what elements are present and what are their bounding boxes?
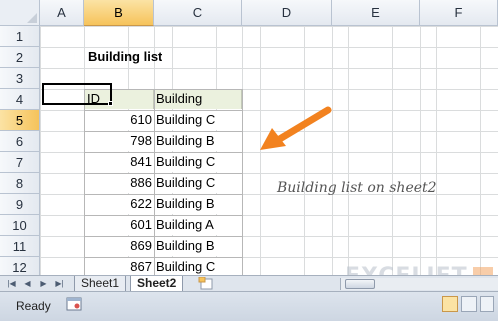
table-cell-building[interactable]: Building B bbox=[154, 131, 242, 151]
page-break-view-icon[interactable] bbox=[480, 296, 494, 312]
macro-record-icon[interactable] bbox=[66, 296, 82, 312]
table-cell-building[interactable]: Building B bbox=[154, 236, 242, 256]
table-cell-id[interactable]: 622 bbox=[84, 194, 154, 214]
fill-handle[interactable] bbox=[108, 101, 113, 106]
sheet-tab-bar: |◀ ◀ ▶ ▶| Sheet1 Sheet2 bbox=[0, 275, 498, 292]
table-cell-id[interactable]: 798 bbox=[84, 131, 154, 151]
column-headers: A B C D E F bbox=[40, 0, 498, 26]
row-header-6[interactable]: 6 bbox=[0, 131, 40, 152]
table-cell-id[interactable]: 869 bbox=[84, 236, 154, 256]
select-all-corner[interactable] bbox=[0, 0, 40, 26]
row-headers: 1 2 3 4 5 6 7 8 9 10 11 12 bbox=[0, 26, 40, 278]
prev-sheet-icon[interactable]: ◀ bbox=[22, 278, 33, 289]
table-cell-building[interactable]: Building C bbox=[154, 110, 242, 130]
page-layout-view-icon[interactable] bbox=[461, 296, 477, 312]
row-header-5[interactable]: 5 bbox=[0, 110, 40, 131]
table-cell-building[interactable]: Building A bbox=[154, 215, 242, 235]
table-header-building[interactable]: Building bbox=[154, 89, 242, 109]
normal-view-icon[interactable] bbox=[442, 296, 458, 312]
table-cell-id[interactable]: 601 bbox=[84, 215, 154, 235]
column-header-f[interactable]: F bbox=[420, 0, 498, 26]
table-cell-building[interactable]: Building C bbox=[154, 152, 242, 172]
status-bar: Ready bbox=[0, 291, 498, 321]
scrollbar-thumb[interactable] bbox=[345, 279, 375, 289]
column-header-b[interactable]: B bbox=[84, 0, 154, 26]
next-sheet-icon[interactable]: ▶ bbox=[38, 278, 49, 289]
arrow-icon bbox=[260, 106, 332, 150]
table-cell-building[interactable]: Building B bbox=[154, 194, 242, 214]
row-header-7[interactable]: 7 bbox=[0, 152, 40, 173]
tab-sheet2[interactable]: Sheet2 bbox=[130, 276, 184, 292]
row-header-4[interactable]: 4 bbox=[0, 89, 40, 110]
table-cell-id[interactable]: 610 bbox=[84, 110, 154, 130]
tab-sheet1[interactable]: Sheet1 bbox=[74, 276, 127, 292]
row-header-1[interactable]: 1 bbox=[0, 26, 40, 47]
table-cell-id[interactable]: 841 bbox=[84, 152, 154, 172]
first-sheet-icon[interactable]: |◀ bbox=[6, 278, 17, 289]
insert-sheet-icon[interactable] bbox=[198, 277, 216, 291]
column-header-d[interactable]: D bbox=[242, 0, 332, 26]
row-header-2[interactable]: 2 bbox=[0, 47, 40, 68]
column-header-a[interactable]: A bbox=[40, 0, 84, 26]
horizontal-scrollbar[interactable] bbox=[340, 278, 498, 290]
row-header-10[interactable]: 10 bbox=[0, 215, 40, 236]
active-cell-selection[interactable] bbox=[42, 83, 112, 105]
row-header-11[interactable]: 11 bbox=[0, 236, 40, 257]
annotation-text: Building list on sheet2 bbox=[277, 180, 437, 196]
row-header-8[interactable]: 8 bbox=[0, 173, 40, 194]
row-header-9[interactable]: 9 bbox=[0, 194, 40, 215]
table-cell-building[interactable]: Building C bbox=[154, 173, 242, 193]
table-cell-id[interactable]: 867 bbox=[84, 257, 154, 275]
table-cell-id[interactable]: 886 bbox=[84, 173, 154, 193]
sheet-title[interactable]: Building list bbox=[88, 47, 162, 67]
last-sheet-icon[interactable]: ▶| bbox=[54, 278, 65, 289]
column-header-c[interactable]: C bbox=[154, 0, 242, 26]
status-ready: Ready bbox=[16, 299, 51, 313]
column-header-e[interactable]: E bbox=[332, 0, 420, 26]
table-cell-building[interactable]: Building C bbox=[154, 257, 242, 275]
row-header-3[interactable]: 3 bbox=[0, 68, 40, 89]
